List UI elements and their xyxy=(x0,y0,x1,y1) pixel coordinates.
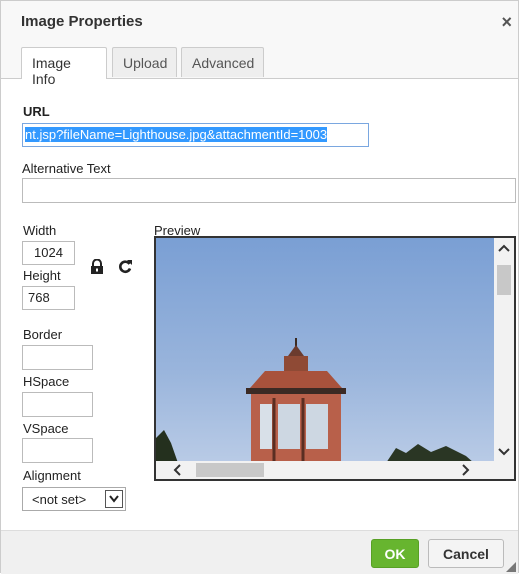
dialog-title: Image Properties xyxy=(21,13,143,30)
alt-text-label: Alternative Text xyxy=(22,161,111,176)
ok-button[interactable]: OK xyxy=(371,539,419,568)
scroll-right-icon[interactable] xyxy=(461,464,471,476)
cancel-button[interactable]: Cancel xyxy=(428,539,504,568)
dropdown-button[interactable] xyxy=(105,490,123,508)
scroll-up-icon[interactable] xyxy=(497,243,511,253)
close-icon[interactable]: × xyxy=(501,12,512,33)
scroll-corner xyxy=(494,459,514,479)
image-properties-dialog: Image Properties × Image Info Upload Adv… xyxy=(0,0,519,574)
vspace-label: VSpace xyxy=(23,421,69,436)
url-label: URL xyxy=(23,104,50,119)
vspace-input[interactable] xyxy=(22,438,93,463)
tab-advanced[interactable]: Advanced xyxy=(181,47,264,77)
horizontal-scroll-thumb[interactable] xyxy=(196,463,264,477)
alignment-label: Alignment xyxy=(23,468,81,483)
tab-bar: Image Info Upload Advanced xyxy=(1,41,518,87)
height-label: Height xyxy=(23,268,61,283)
url-value: nt.jsp?fileName=Lighthouse.jpg&attachmen… xyxy=(25,127,328,142)
vertical-scroll-thumb[interactable] xyxy=(497,265,511,295)
height-input[interactable]: 768 xyxy=(22,286,75,310)
alt-text-input[interactable] xyxy=(22,178,516,203)
alignment-value: <not set> xyxy=(32,492,87,507)
scroll-left-icon[interactable] xyxy=(172,464,182,476)
preview-pane[interactable] xyxy=(154,236,516,481)
dialog-titlebar[interactable]: Image Properties × xyxy=(1,1,518,42)
preview-horizontal-scrollbar[interactable] xyxy=(156,461,496,479)
chevron-down-icon xyxy=(109,495,119,503)
tab-image-info[interactable]: Image Info xyxy=(21,47,107,87)
url-input[interactable]: nt.jsp?fileName=Lighthouse.jpg&attachmen… xyxy=(22,123,369,147)
lock-icon[interactable] xyxy=(90,259,104,274)
resize-grip-icon[interactable] xyxy=(506,562,516,572)
reset-size-icon[interactable] xyxy=(118,259,133,274)
lighthouse-preview-image xyxy=(156,238,496,463)
tab-upload[interactable]: Upload xyxy=(112,47,177,77)
dialog-footer: OK Cancel xyxy=(1,530,518,574)
border-label: Border xyxy=(23,327,63,342)
width-label: Width xyxy=(23,223,57,238)
hspace-label: HSpace xyxy=(23,374,70,389)
border-input[interactable] xyxy=(22,345,93,370)
hspace-input[interactable] xyxy=(22,392,93,417)
alignment-select[interactable]: <not set> xyxy=(22,487,126,511)
preview-vertical-scrollbar[interactable] xyxy=(494,238,514,463)
scroll-down-icon[interactable] xyxy=(497,447,511,457)
width-input[interactable]: 1024 xyxy=(22,241,75,265)
